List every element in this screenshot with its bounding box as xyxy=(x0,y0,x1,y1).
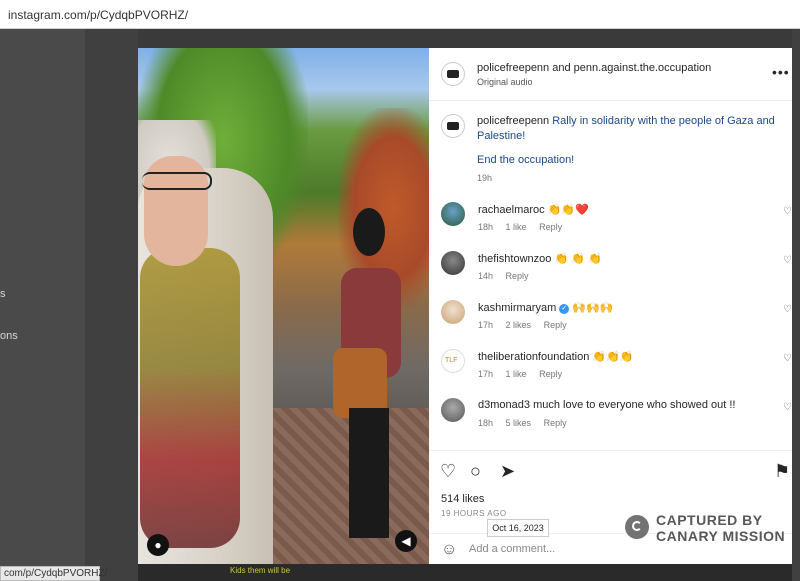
watermark-line1: CAPTURED BY xyxy=(656,512,763,528)
background-right-edge xyxy=(792,29,800,581)
commenter-avatar[interactable] xyxy=(441,398,465,422)
comment: kashmirmaryam ✓ 🙌🙌🙌 17h 2 likes Reply ♡ xyxy=(441,296,792,340)
video-person-scarf xyxy=(140,248,240,548)
comment: thefishtownzoo 👏 👏 👏 14h Reply ♡ xyxy=(441,247,792,291)
post-caption: policefreepenn Rally in solidarity with … xyxy=(477,114,777,144)
comment-text: 👏👏❤️ xyxy=(547,204,589,216)
commenter-avatar[interactable] xyxy=(441,349,465,373)
background-nav-text: s xyxy=(0,288,6,300)
post-authors: policefreepenn and penn.against.the.occu… xyxy=(477,62,711,74)
user-tag-icon[interactable]: ● xyxy=(147,534,169,556)
comment-likes[interactable]: 1 like xyxy=(506,369,527,379)
share-send-icon[interactable]: ➤ xyxy=(500,461,515,482)
canary-logo-icon xyxy=(625,515,649,539)
browser-address-bar[interactable]: instagram.com/p/CydqbPVORHZ/ xyxy=(0,0,800,29)
post-side-panel: policefreepenn and penn.against.the.occu… xyxy=(429,48,792,564)
comment-username[interactable]: kashmirmaryam xyxy=(478,302,556,314)
comment-text: 👏👏👏 xyxy=(592,351,634,363)
likes-count[interactable]: 514 likes xyxy=(441,493,484,505)
background-nav-text: ons xyxy=(0,330,18,342)
author-avatar[interactable] xyxy=(441,62,465,86)
verified-badge-icon: ✓ xyxy=(559,304,570,314)
caption-line2: End the occupation! xyxy=(477,154,575,166)
emoji-icon[interactable]: ☺ xyxy=(441,541,457,559)
comment-time: 18h xyxy=(478,418,494,428)
post-age[interactable]: 19 HOURS AGO xyxy=(441,509,507,518)
watermark-line2: CANARY MISSION xyxy=(656,528,786,544)
original-audio-link[interactable]: Original audio xyxy=(477,77,533,87)
post-header: policefreepenn and penn.against.the.occu… xyxy=(429,48,792,101)
like-heart-icon[interactable]: ♡ xyxy=(440,461,456,482)
author-connector: and xyxy=(552,62,571,74)
comment-text: much love to everyone who showed out !! xyxy=(533,399,736,411)
caption-username[interactable]: policefreepenn xyxy=(477,115,549,127)
heart-icon[interactable]: ♡ xyxy=(783,206,792,217)
watermark: CAPTURED BY CANARY MISSION xyxy=(623,512,793,546)
post-actions: ♡ ○ ➤ ⚑ 514 likes 19 HOURS AGO ☺ Add a c… xyxy=(429,450,792,565)
comment: d3monad3 much love to everyone who showe… xyxy=(441,394,792,438)
status-bar-url: com/p/CydqbPVORHZ/ xyxy=(0,566,107,581)
video-walking-person xyxy=(333,208,403,538)
comment-username[interactable]: d3monad3 xyxy=(478,399,530,411)
comment-reply[interactable]: Reply xyxy=(539,222,562,232)
comment-reply[interactable]: Reply xyxy=(506,271,529,281)
comment-time: 14h xyxy=(478,271,494,281)
background-sidebar xyxy=(0,29,85,581)
commenter-avatar[interactable] xyxy=(441,300,465,324)
comment-input[interactable]: Add a comment... xyxy=(469,543,555,555)
comment-username[interactable]: thefishtownzoo xyxy=(478,253,551,265)
comment-reply[interactable]: Reply xyxy=(544,320,567,330)
comment-time: 17h xyxy=(478,320,494,330)
date-tooltip: Oct 16, 2023 xyxy=(487,519,549,537)
bookmark-icon[interactable]: ⚑ xyxy=(774,461,790,482)
comment-time: 18h xyxy=(478,222,494,232)
video-person-glasses xyxy=(142,172,212,190)
heart-icon[interactable]: ♡ xyxy=(783,304,792,315)
coauthor-username[interactable]: penn.against.the.occupation xyxy=(574,62,712,74)
comment-username[interactable]: theliberationfoundation xyxy=(478,351,589,363)
heart-icon[interactable]: ♡ xyxy=(783,402,792,413)
heart-icon[interactable]: ♡ xyxy=(783,353,792,364)
author-username[interactable]: policefreepenn xyxy=(477,62,549,74)
caption-time: 19h xyxy=(477,173,493,183)
commenter-avatar[interactable] xyxy=(441,251,465,275)
audio-icon[interactable]: ◀ xyxy=(395,530,417,552)
comment-reply[interactable]: Reply xyxy=(539,369,562,379)
comment: rachaelmaroc 👏👏❤️ 18h 1 like Reply ♡ xyxy=(441,198,792,242)
comment-text: 👏 👏 👏 xyxy=(554,253,602,265)
more-icon[interactable]: ••• xyxy=(772,64,790,80)
comment-username[interactable]: rachaelmaroc xyxy=(478,204,545,216)
comment: theliberationfoundation 👏👏👏 17h 1 like R… xyxy=(441,345,792,389)
comment-reply[interactable]: Reply xyxy=(544,418,567,428)
url-text: instagram.com/p/CydqbPVORHZ/ xyxy=(8,8,189,22)
comment-time: 17h xyxy=(478,369,494,379)
comment-text: 🙌🙌🙌 xyxy=(572,302,614,314)
comment-likes[interactable]: 1 like xyxy=(506,222,527,232)
comment-likes[interactable]: 2 likes xyxy=(506,320,532,330)
comment-bubble-icon[interactable]: ○ xyxy=(470,461,481,482)
heart-icon[interactable]: ♡ xyxy=(783,255,792,266)
background-video-caption: Kids them will be xyxy=(230,566,291,575)
caption-author-avatar[interactable] xyxy=(441,114,465,138)
post-video[interactable]: ● ◀ xyxy=(138,48,429,564)
commenter-avatar[interactable] xyxy=(441,202,465,226)
comment-likes[interactable]: 5 likes xyxy=(506,418,532,428)
